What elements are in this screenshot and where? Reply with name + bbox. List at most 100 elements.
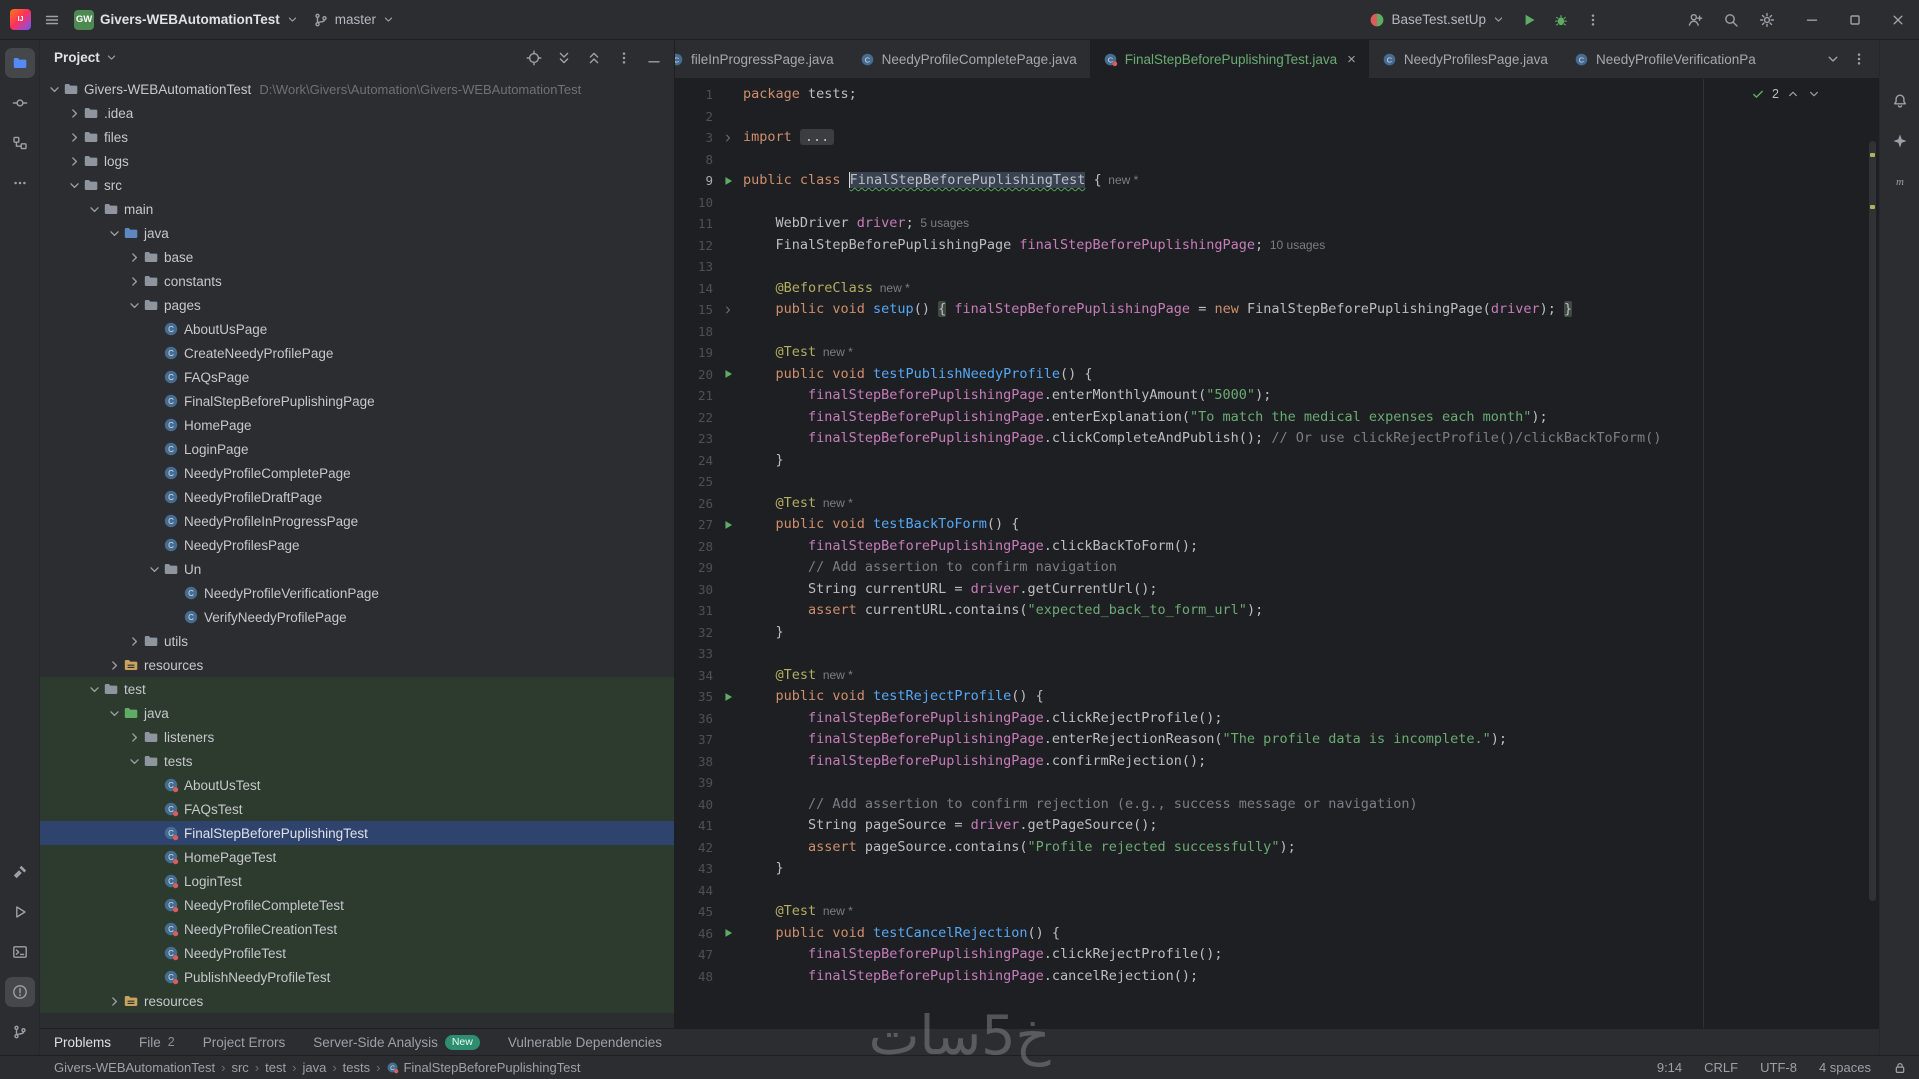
line-number[interactable]: 2 — [675, 106, 713, 128]
line-number[interactable]: 41 — [675, 815, 713, 837]
fold-icon[interactable] — [713, 299, 743, 321]
tree-item-needyprofilecompletepage[interactable]: C NeedyProfileCompletePage — [40, 461, 674, 485]
inspections-widget[interactable]: 2 — [1751, 87, 1821, 101]
tree-item-givers-webautomationtest[interactable]: Givers-WEBAutomationTest D:\Work\Givers\A… — [40, 77, 674, 101]
terminal-tool-button[interactable] — [5, 937, 35, 967]
tree-item-utils[interactable]: utils — [40, 629, 674, 653]
chevron-right-icon[interactable] — [66, 154, 83, 169]
chevron-right-icon[interactable] — [106, 994, 123, 1009]
breadcrumb-item-src[interactable]: src — [231, 1060, 248, 1075]
line-number[interactable]: 14 — [675, 278, 713, 300]
line-number[interactable]: 31 — [675, 600, 713, 622]
debug-button[interactable] — [1546, 5, 1576, 35]
tree-item-test[interactable]: test — [40, 677, 674, 701]
close-button[interactable] — [1876, 0, 1919, 40]
run-test-icon[interactable] — [713, 170, 743, 192]
chevron-right-icon[interactable] — [126, 634, 143, 649]
tree-item-java[interactable]: java — [40, 701, 674, 725]
line-number[interactable]: 25 — [675, 471, 713, 493]
chevron-right-icon[interactable] — [106, 658, 123, 673]
breadcrumb-item-givers-webautomationtest[interactable]: Givers-WEBAutomationTest — [54, 1060, 215, 1075]
maximize-button[interactable] — [1833, 0, 1876, 40]
notifications-tool-button[interactable] — [1885, 86, 1915, 116]
line-number[interactable]: 12 — [675, 235, 713, 257]
tree-item-createneedyprofilepage[interactable]: C CreateNeedyProfilePage — [40, 341, 674, 365]
run-button[interactable] — [1514, 5, 1544, 35]
line-number[interactable]: 22 — [675, 407, 713, 429]
fold-icon[interactable] — [713, 127, 743, 149]
chevron-right-icon[interactable] — [66, 106, 83, 121]
scrollbar-thumb[interactable] — [1869, 141, 1876, 901]
tab-needyprofileverificationpa[interactable]: C NeedyProfileVerificationPa — [1561, 40, 1769, 78]
run-config-selector[interactable]: BaseTest.setUp — [1362, 5, 1512, 35]
line-number[interactable]: 38 — [675, 751, 713, 773]
line-number[interactable]: 15 — [675, 299, 713, 321]
warning-stripe-mark[interactable] — [1870, 205, 1875, 209]
chevron-right-icon[interactable] — [126, 250, 143, 265]
tree-item-logintest[interactable]: C LoginTest — [40, 869, 674, 893]
line-number[interactable]: 39 — [675, 772, 713, 794]
tree-item-homepage[interactable]: C HomePage — [40, 413, 674, 437]
line-number[interactable]: 1 — [675, 84, 713, 106]
tree-item-aboutuspage[interactable]: C AboutUsPage — [40, 317, 674, 341]
tree-item-homepagetest[interactable]: C HomePageTest — [40, 845, 674, 869]
line-number[interactable]: 19 — [675, 342, 713, 364]
tab-fileinprogresspage-java[interactable]: CfileInProgressPage.java — [675, 40, 847, 78]
run-test-icon[interactable] — [713, 364, 743, 386]
search-everywhere-button[interactable] — [1716, 5, 1746, 35]
tree-item-resources[interactable]: resources — [40, 989, 674, 1013]
tree-item-needyprofiledraftpage[interactable]: C NeedyProfileDraftPage — [40, 485, 674, 509]
editor-scrollbar[interactable] — [1868, 83, 1877, 1020]
code-editor[interactable]: 1 package tests; 2 3 import ... 8 9 public clas… — [675, 79, 1879, 1028]
run-test-icon[interactable] — [713, 514, 743, 536]
tree-item-faqspage[interactable]: C FAQsPage — [40, 365, 674, 389]
line-number[interactable]: 42 — [675, 837, 713, 859]
chevron-up-icon[interactable] — [1786, 87, 1800, 101]
chevron-right-icon[interactable] — [126, 730, 143, 745]
problems-tab-project-errors[interactable]: Project Errors — [203, 1035, 286, 1050]
tree-item-resources[interactable]: resources — [40, 653, 674, 677]
tab-needyprofilecompletepage-java[interactable]: C NeedyProfileCompletePage.java — [847, 40, 1090, 78]
chevron-down-icon[interactable] — [105, 51, 118, 64]
tree-item-un[interactable]: Un — [40, 557, 674, 581]
line-number[interactable]: 32 — [675, 622, 713, 644]
main-menu-button[interactable] — [37, 5, 67, 35]
line-number[interactable]: 30 — [675, 579, 713, 601]
breadcrumb-item-java[interactable]: java — [302, 1060, 326, 1075]
tab-finalstepbeforepuplishingtest-java[interactable]: C FinalStepBeforePuplishingTest.java × — [1089, 40, 1369, 78]
tree-item-needyprofilecreationtest[interactable]: C NeedyProfileCreationTest — [40, 917, 674, 941]
line-number[interactable]: 8 — [675, 149, 713, 171]
line-number[interactable]: 3 — [675, 127, 713, 149]
chevron-down-icon[interactable] — [106, 706, 123, 721]
panel-options-icon[interactable] — [612, 46, 636, 70]
tree-item-idea[interactable]: .idea — [40, 101, 674, 125]
ai-assistant-tool-button[interactable] — [1885, 126, 1915, 156]
more-tools-tool-button[interactable] — [5, 168, 35, 198]
more-run-actions-button[interactable] — [1578, 5, 1608, 35]
chevron-down-icon[interactable] — [1807, 87, 1821, 101]
line-number[interactable]: 24 — [675, 450, 713, 472]
tab-options-icon[interactable] — [1851, 51, 1867, 67]
problems-tab-vulnerable-dependencies[interactable]: Vulnerable Dependencies — [508, 1035, 662, 1050]
line-number[interactable]: 48 — [675, 966, 713, 988]
collapse-all-icon[interactable] — [582, 46, 606, 70]
tree-item-finalstepbeforepuplishingpage[interactable]: C FinalStepBeforePuplishingPage — [40, 389, 674, 413]
tree-item-logs[interactable]: logs — [40, 149, 674, 173]
line-number[interactable]: 35 — [675, 686, 713, 708]
chevron-down-icon[interactable] — [126, 754, 143, 769]
maven-tool-button[interactable]: m — [1885, 166, 1915, 196]
build-tool-button[interactable] — [5, 857, 35, 887]
tree-item-finalstepbeforepuplishingtest[interactable]: C FinalStepBeforePuplishingTest — [40, 821, 674, 845]
tree-item-needyprofilespage[interactable]: C NeedyProfilesPage — [40, 533, 674, 557]
project-tool-button[interactable] — [4, 48, 35, 78]
project-widget[interactable]: GW Givers-WEBAutomationTest — [67, 5, 306, 35]
line-number[interactable]: 46 — [675, 923, 713, 945]
line-number[interactable]: 37 — [675, 729, 713, 751]
line-number[interactable]: 44 — [675, 880, 713, 902]
tab-needyprofilespage-java[interactable]: C NeedyProfilesPage.java — [1369, 40, 1561, 78]
structure-tool-button[interactable] — [5, 128, 35, 158]
line-number[interactable]: 20 — [675, 364, 713, 386]
tree-item-main[interactable]: main — [40, 197, 674, 221]
breadcrumb-item-finalstepbeforepuplishingtest[interactable]: C FinalStepBeforePuplishingTest — [386, 1060, 581, 1075]
line-number[interactable]: 9 — [675, 170, 713, 192]
